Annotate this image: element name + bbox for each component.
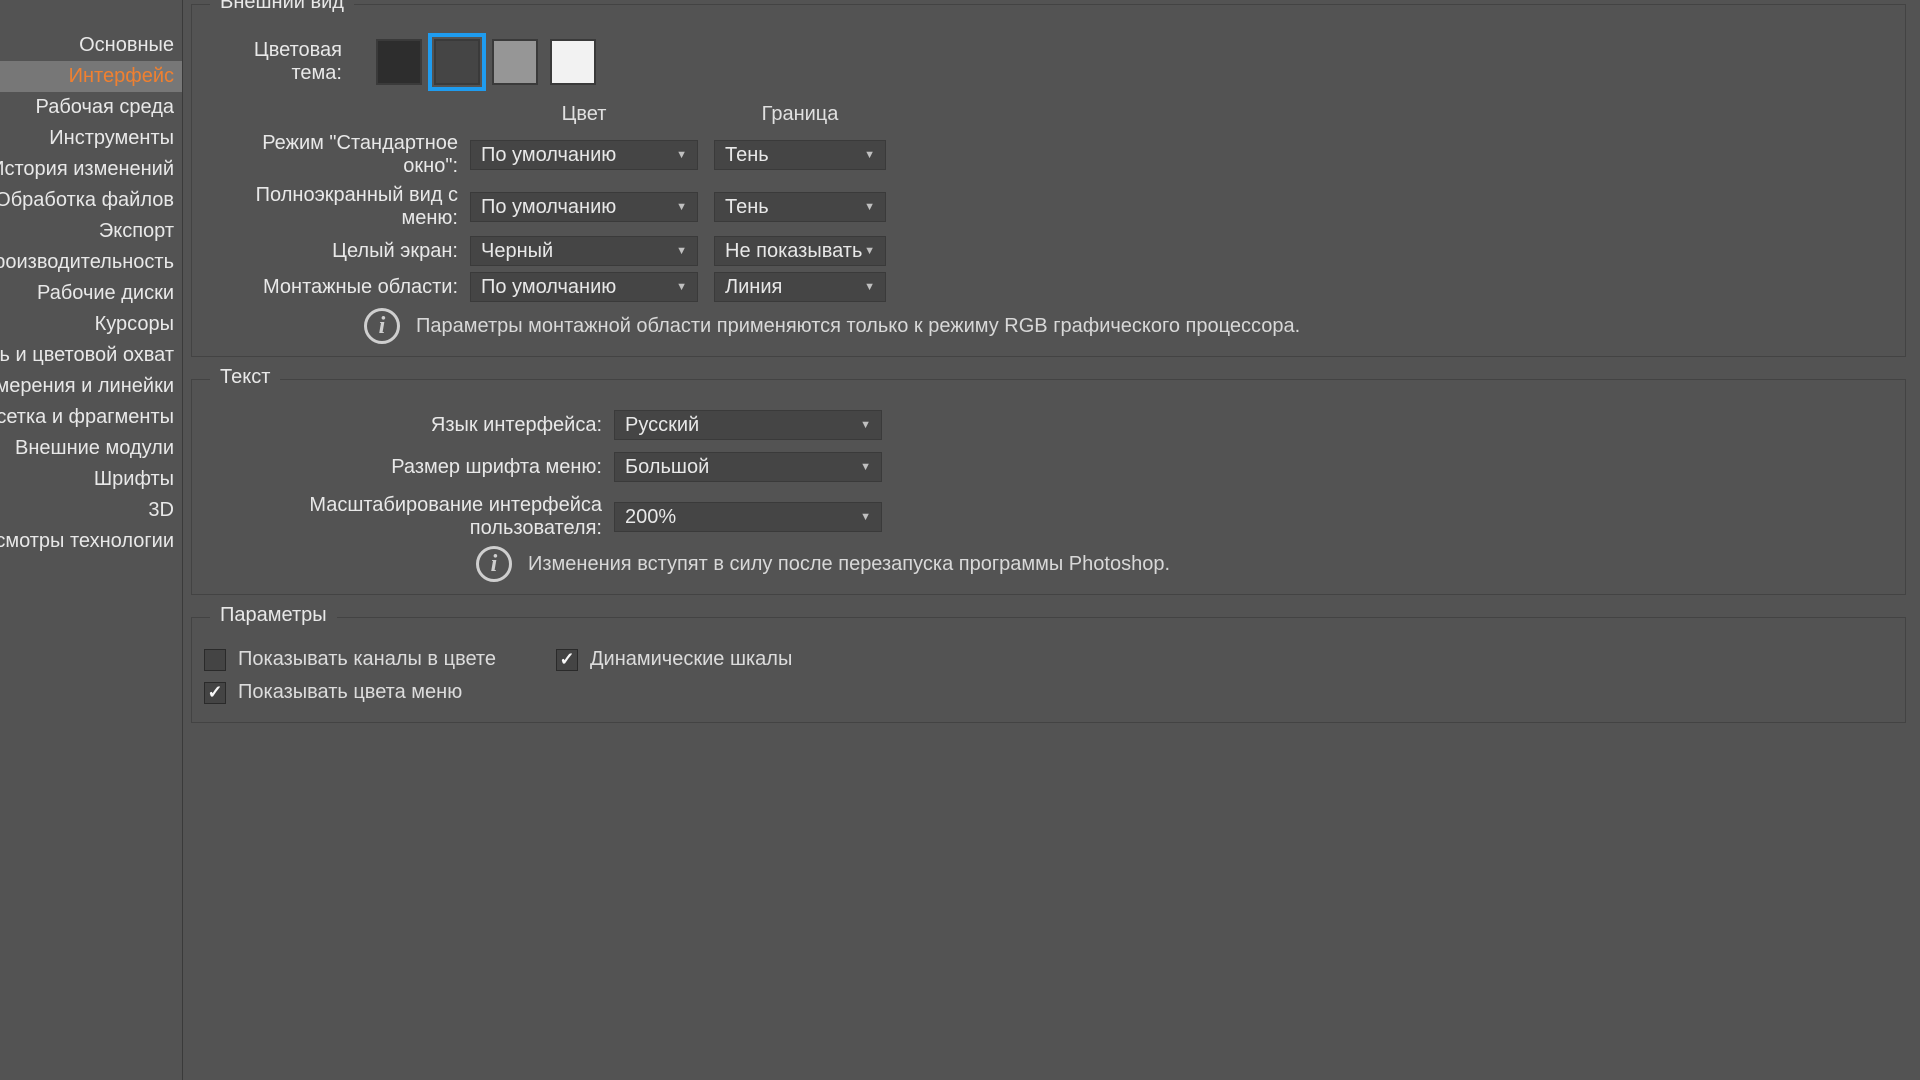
column-header-color: Цвет	[470, 103, 698, 126]
parameters-title: Параметры	[210, 604, 337, 627]
chevron-down-icon: ▼	[860, 461, 871, 473]
sidebar-item[interactable]: Обработка файлов	[0, 185, 182, 216]
show-channels-color-checkbox[interactable]	[204, 649, 226, 671]
text-group: Текст Язык интерфейса: Русский ▼ Размер …	[191, 379, 1906, 595]
info-icon: i	[364, 308, 400, 344]
sidebar-item[interactable]: Интерфейс	[0, 61, 182, 92]
chevron-down-icon: ▼	[860, 419, 871, 431]
color-theme-swatch[interactable]	[376, 39, 422, 85]
chevron-down-icon: ▼	[676, 201, 687, 213]
sidebar-item[interactable]: Экспорт	[0, 216, 182, 247]
screen-mode-label: Целый экран:	[204, 240, 470, 263]
sidebar-item[interactable]: Рабочая среда	[0, 92, 182, 123]
sidebar-item[interactable]: Направляющие, сетка и фрагменты	[0, 402, 182, 433]
main-panel: Внешний вид Цветовая тема: Цвет Граница …	[183, 0, 1920, 1080]
screen-mode-border-dropdown[interactable]: Тень▼	[714, 192, 886, 222]
menu-font-size-label: Размер шрифта меню:	[204, 456, 614, 479]
sidebar-item[interactable]: Внешние модули	[0, 433, 182, 464]
chevron-down-icon: ▼	[864, 149, 875, 161]
screen-mode-color-dropdown[interactable]: Черный▼	[470, 236, 698, 266]
screen-mode-label: Режим "Стандартное окно":	[204, 132, 470, 178]
sidebar-item[interactable]: Единицы измерения и линейки	[0, 371, 182, 402]
ui-language-label: Язык интерфейса:	[204, 414, 614, 437]
menu-font-size-dropdown[interactable]: Большой ▼	[614, 452, 882, 482]
sidebar-item[interactable]: Производительность	[0, 247, 182, 278]
color-theme-swatch[interactable]	[492, 39, 538, 85]
color-theme-label: Цветовая тема:	[204, 39, 354, 85]
menu-font-size-value: Большой	[625, 456, 709, 479]
screen-mode-border-dropdown[interactable]: Не показывать▼	[714, 236, 886, 266]
chevron-down-icon: ▼	[860, 511, 871, 523]
show-menu-colors-checkbox[interactable]	[204, 682, 226, 704]
appearance-group: Внешний вид Цветовая тема: Цвет Граница …	[191, 4, 1906, 357]
ui-scaling-label: Масштабирование интерфейса пользователя:	[204, 494, 614, 540]
sidebar-item[interactable]: Инструменты	[0, 123, 182, 154]
color-theme-swatches	[376, 39, 596, 85]
screen-mode-color-dropdown[interactable]: По умолчанию▼	[470, 140, 698, 170]
screen-mode-border-dropdown[interactable]: Тень▼	[714, 140, 886, 170]
chevron-down-icon: ▼	[864, 245, 875, 257]
screen-mode-label: Полноэкранный вид с меню:	[204, 184, 470, 230]
sidebar-item[interactable]: Основные	[0, 30, 182, 61]
color-theme-swatch[interactable]	[434, 39, 480, 85]
chevron-down-icon: ▼	[864, 281, 875, 293]
sidebar-item[interactable]: Рабочие диски	[0, 278, 182, 309]
chevron-down-icon: ▼	[864, 201, 875, 213]
parameters-group: Параметры Показывать каналы в цвете Дина…	[191, 617, 1906, 723]
screen-mode-border-dropdown[interactable]: Линия▼	[714, 272, 886, 302]
show-menu-colors-label: Показывать цвета меню	[238, 681, 462, 704]
chevron-down-icon: ▼	[676, 245, 687, 257]
sidebar: ОсновныеИнтерфейсРабочая средаИнструмент…	[0, 0, 183, 1080]
dynamic-sliders-label: Динамические шкалы	[590, 648, 792, 671]
info-icon: i	[476, 546, 512, 582]
sidebar-item[interactable]: Просмотры технологии	[0, 526, 182, 557]
chevron-down-icon: ▼	[676, 149, 687, 161]
screen-mode-label: Монтажные области:	[204, 276, 470, 299]
ui-language-dropdown[interactable]: Русский ▼	[614, 410, 882, 440]
dynamic-sliders-checkbox[interactable]	[556, 649, 578, 671]
screen-mode-color-dropdown[interactable]: По умолчанию▼	[470, 272, 698, 302]
chevron-down-icon: ▼	[676, 281, 687, 293]
ui-scaling-dropdown[interactable]: 200% ▼	[614, 502, 882, 532]
appearance-title: Внешний вид	[210, 0, 354, 14]
sidebar-item[interactable]: 3D	[0, 495, 182, 526]
ui-language-value: Русский	[625, 414, 699, 437]
sidebar-item[interactable]: Прозрачность и цветовой охват	[0, 340, 182, 371]
appearance-info-text: Параметры монтажной области применяются …	[416, 315, 1300, 338]
show-channels-color-label: Показывать каналы в цвете	[238, 648, 496, 671]
color-theme-swatch[interactable]	[550, 39, 596, 85]
sidebar-item[interactable]: Курсоры	[0, 309, 182, 340]
ui-scaling-value: 200%	[625, 506, 676, 529]
screen-mode-color-dropdown[interactable]: По умолчанию▼	[470, 192, 698, 222]
column-header-border: Граница	[714, 103, 886, 126]
text-title: Текст	[210, 366, 280, 389]
sidebar-item[interactable]: Шрифты	[0, 464, 182, 495]
sidebar-item[interactable]: История изменений	[0, 154, 182, 185]
text-info-text: Изменения вступят в силу после перезапус…	[528, 553, 1170, 576]
